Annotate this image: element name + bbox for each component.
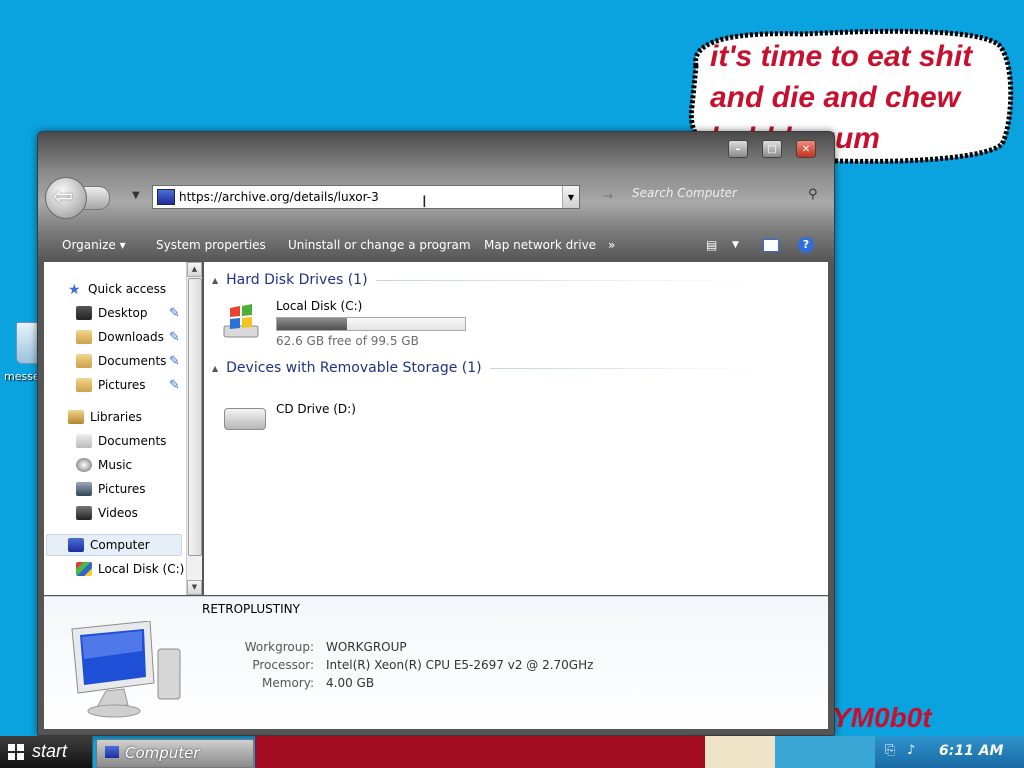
pin-icon[interactable]: ✎ — [169, 306, 180, 321]
nav-videos[interactable]: Videos — [76, 502, 138, 524]
system-tray: ⎘ ♪ 6:11 AM — [875, 736, 1024, 768]
uninstall-program-button[interactable]: Uninstall or change a program — [288, 238, 471, 252]
nav-downloads[interactable]: Downloads — [76, 326, 164, 348]
music-icon — [76, 458, 92, 472]
pin-icon[interactable]: ✎ — [169, 330, 180, 345]
desktop-icon-recycle-bin[interactable]: messe — [4, 322, 40, 402]
scroll-down-button[interactable]: ▼ — [187, 580, 202, 595]
collapse-triangle-icon[interactable]: ▲ — [212, 364, 218, 373]
nav-documents[interactable]: Documents — [76, 350, 166, 372]
organize-button[interactable]: Organize ▾ — [62, 238, 126, 252]
workgroup-label: Workgroup: — [244, 640, 314, 654]
explorer-window: – □ ✕ ▼ https://archive.org/details/luxo… — [37, 131, 835, 736]
nav-computer[interactable]: Computer — [68, 534, 150, 556]
back-arrow-icon — [45, 177, 87, 219]
memory-value: 4.00 GB — [326, 676, 375, 690]
nav-pictures[interactable]: Pictures — [76, 374, 146, 396]
cd-drive-name[interactable]: CD Drive (D:) — [276, 402, 356, 416]
disk-usage-fill — [277, 318, 347, 330]
computer-icon — [157, 189, 175, 205]
navigation-pane: ★ Quick access Desktop ✎ Downloads ✎ Doc… — [44, 262, 186, 595]
go-arrow-icon[interactable]: → — [603, 189, 613, 203]
star-icon: ★ — [68, 282, 81, 298]
address-dropdown-button[interactable]: ▼ — [562, 186, 579, 208]
memory-label: Memory: — [262, 676, 314, 690]
libraries-icon — [68, 410, 84, 424]
group-header-removable[interactable]: ▲ Devices with Removable Storage (1) — [212, 360, 760, 376]
bubble-line-2: and die and chew — [710, 81, 961, 114]
wallpaper-strip-cream — [705, 736, 775, 768]
taskbar-task-computer[interactable]: Computer — [96, 739, 254, 768]
nav-desktop[interactable]: Desktop — [76, 302, 148, 324]
pin-icon[interactable]: ✎ — [169, 354, 180, 369]
windows-drive-icon — [76, 562, 92, 576]
search-input[interactable]: Search Computer — [632, 186, 737, 200]
group-header-hard-disks[interactable]: ▲ Hard Disk Drives (1) — [212, 272, 756, 288]
computer-icon — [68, 538, 84, 552]
address-text[interactable]: https://archive.org/details/luxor-3 — [179, 190, 379, 204]
address-bar[interactable]: https://archive.org/details/luxor-3 ▼ — [152, 185, 580, 209]
nav-quick-access[interactable]: ★ Quick access — [68, 278, 166, 300]
cd-drive-icon — [224, 408, 266, 430]
nav-music[interactable]: Music — [76, 454, 132, 476]
wallpaper-strip-red — [255, 736, 705, 768]
close-button[interactable]: ✕ — [796, 140, 816, 158]
view-options-icon[interactable]: ▤ — [706, 238, 717, 252]
local-disk-free-space: 62.6 GB free of 99.5 GB — [276, 334, 419, 348]
nav-lib-documents[interactable]: Documents — [76, 430, 166, 452]
command-bar: Organize ▾ System properties Uninstall o… — [38, 232, 834, 260]
processor-label: Processor: — [252, 658, 314, 672]
map-network-drive-button[interactable]: Map network drive — [484, 238, 596, 252]
task-label: Computer — [125, 744, 200, 762]
documents-library-icon — [76, 434, 92, 448]
computer-name: RETROPLUSTINY — [202, 602, 300, 616]
history-dropdown-icon[interactable]: ▼ — [132, 190, 140, 201]
search-icon[interactable]: ⚲ — [808, 187, 818, 202]
nav-lib-pictures[interactable]: Pictures — [76, 478, 146, 500]
workgroup-value: WORKGROUP — [326, 640, 407, 654]
pictures-library-icon — [76, 482, 92, 496]
group-divider — [375, 279, 756, 281]
nav-libraries[interactable]: Libraries — [68, 406, 142, 428]
pictures-folder-icon — [76, 378, 92, 392]
window-controls: – □ ✕ — [728, 140, 816, 158]
volume-icon[interactable]: ♪ — [907, 743, 915, 758]
documents-folder-icon — [76, 354, 92, 368]
content-pane: ▲ Hard Disk Drives (1) Local Disk (C:) 6… — [204, 262, 828, 595]
computer-monitor-icon — [71, 621, 181, 718]
bubble-line-1: it's time to eat shit — [710, 40, 973, 73]
windows-flag-icon — [8, 744, 24, 760]
processor-value: Intel(R) Xeon(R) CPU E5-2697 v2 @ 2.70GH… — [326, 658, 594, 672]
collapse-triangle-icon[interactable]: ▲ — [212, 276, 218, 285]
disk-usage-bar — [276, 317, 466, 331]
desktop-icon-label: messe — [4, 370, 40, 383]
wallpaper-graffiti: YM0b0t — [832, 702, 932, 733]
downloads-folder-icon — [76, 330, 92, 344]
windows-logo-drive-icon — [223, 304, 259, 338]
more-commands-button[interactable]: » — [608, 238, 615, 252]
help-icon[interactable]: ? — [798, 237, 814, 253]
system-properties-button[interactable]: System properties — [156, 238, 266, 252]
nav-local-disk[interactable]: Local Disk (C:) — [76, 558, 184, 580]
start-label: start — [32, 741, 68, 761]
view-dropdown-icon[interactable]: ▼ — [732, 240, 739, 250]
group-divider — [489, 367, 760, 369]
pin-icon[interactable]: ✎ — [169, 378, 180, 393]
maximize-button[interactable]: □ — [762, 140, 782, 158]
desktop-icon — [76, 306, 92, 320]
local-disk-name[interactable]: Local Disk (C:) — [276, 299, 362, 313]
start-button[interactable]: start — [0, 736, 93, 768]
text-cursor-icon: I — [422, 192, 427, 211]
computer-icon — [105, 746, 119, 758]
details-pane: RETROPLUSTINY Workgroup: WORKGROUP Proce… — [44, 596, 828, 729]
videos-icon — [76, 506, 92, 520]
preview-pane-icon[interactable] — [763, 239, 779, 252]
clock[interactable]: 6:11 AM — [939, 743, 1003, 759]
scroll-thumb[interactable] — [188, 278, 202, 556]
scroll-up-button[interactable]: ▲ — [187, 262, 202, 277]
minimize-button[interactable]: – — [728, 140, 748, 158]
back-button[interactable] — [45, 176, 111, 220]
nav-scrollbar[interactable]: ▲ ▼ — [186, 262, 202, 595]
network-icon[interactable]: ⎘ — [885, 743, 895, 758]
